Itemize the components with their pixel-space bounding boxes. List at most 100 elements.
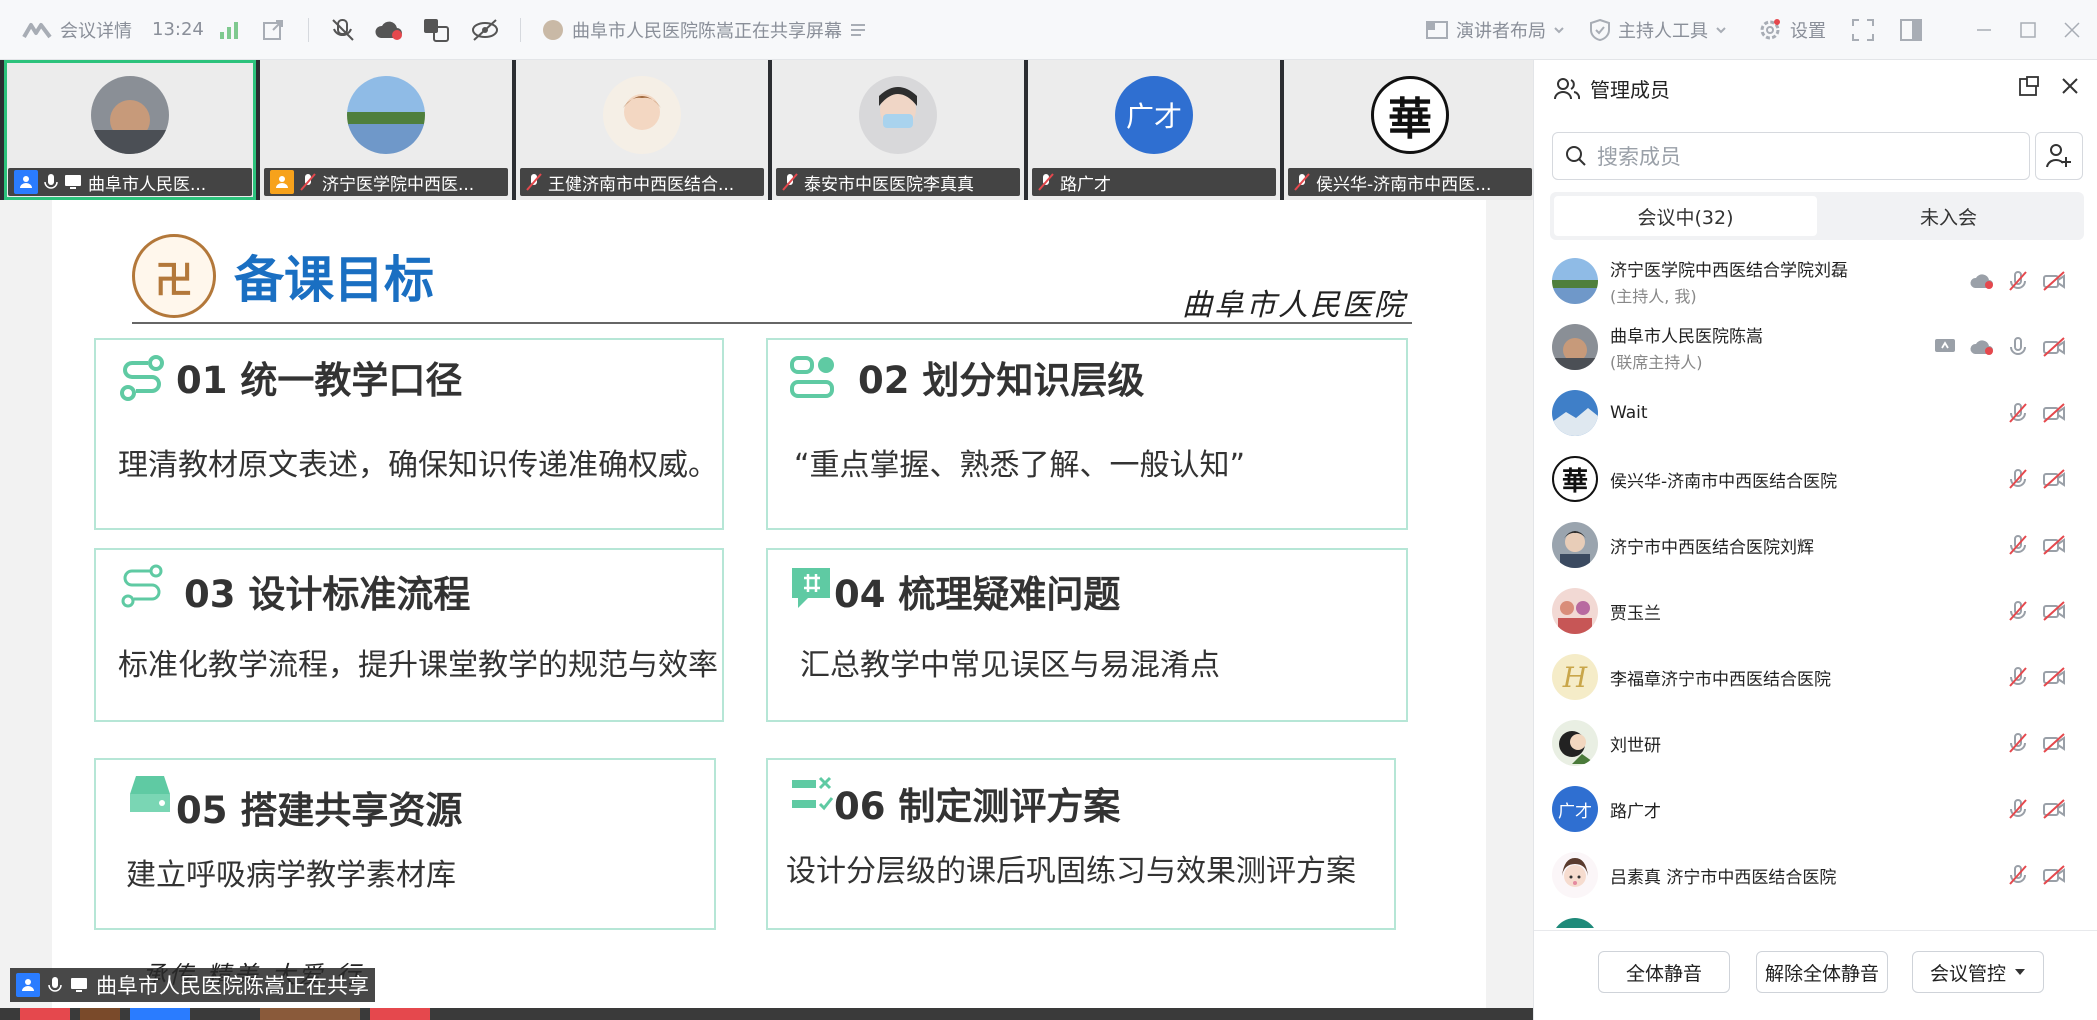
taskbar-thumb [20, 1008, 70, 1020]
close-icon[interactable] [2061, 76, 2079, 96]
shield-icon [1590, 18, 1610, 41]
title-bar: 会议详情 13:24 曲阜市人民医院陈嵩正在共享屏幕 演讲者布局 主持人工具 设… [0, 0, 2097, 60]
user-icon [14, 170, 38, 194]
slide-title: 备课目标 [234, 251, 434, 309]
video-off-icon[interactable] [2042, 403, 2066, 423]
member-text: 济宁市中西医结合医院刘辉 [1610, 533, 1814, 558]
list-item[interactable]: 吕素真 济宁市中西医结合医院 [1534, 842, 2097, 908]
muted-mic-icon[interactable] [2008, 798, 2028, 820]
list-item[interactable]: Wait [1534, 380, 2097, 446]
card-body: 标准化教学流程，提升课堂教学的规范与效率 [118, 648, 718, 683]
external-window-icon[interactable] [262, 19, 284, 41]
screen-share-icon [64, 174, 82, 190]
tile-name: 济宁医学院中西医... [322, 174, 475, 195]
member-name: 侯兴华-济南市中西医结合医院 [1610, 471, 1838, 492]
muted-mic-icon[interactable] [2008, 402, 2028, 424]
member-text: 济宁医学院中西医结合学院刘磊 (主持人, 我) [1610, 256, 1848, 307]
unmute-all-button[interactable]: 解除全体静音 [1756, 951, 1888, 993]
sharer-label: 曲阜市人民医院陈嵩正在共享 [10, 968, 375, 1002]
muted-mic-icon[interactable] [2008, 732, 2028, 754]
list-item[interactable] [1534, 908, 2097, 928]
member-name: 李福章济宁市中西医结合医院 [1610, 669, 1831, 690]
list-item[interactable]: H 李福章济宁市中西医结合医院 [1534, 644, 2097, 710]
unmute-mic-icon[interactable] [330, 17, 356, 43]
mute-all-button[interactable]: 全体静音 [1598, 951, 1730, 993]
screen-share-icon [1934, 338, 1956, 356]
search-input[interactable]: 搜索成员 [1552, 132, 2030, 180]
card-title: 04 梳理疑难问题 [834, 573, 1121, 616]
video-tile[interactable]: 济宁医学院中西医... [260, 60, 512, 200]
tab-not-joined[interactable]: 未入会 [1817, 196, 2080, 236]
storage-icon [128, 774, 172, 818]
member-text: 侯兴华-济南市中西医结合医院 [1610, 467, 1837, 492]
video-off-icon[interactable] [2042, 865, 2066, 885]
video-off-icon[interactable] [2042, 799, 2066, 819]
host-user-icon [270, 170, 294, 194]
muted-mic-icon [300, 173, 316, 191]
layout-button[interactable]: 演讲者布局 [1426, 17, 1564, 43]
fullscreen-icon[interactable] [1852, 18, 1874, 41]
muted-mic-icon[interactable] [2008, 270, 2028, 292]
video-off-icon[interactable] [2042, 733, 2066, 753]
close-window-icon[interactable] [2064, 21, 2080, 38]
sharing-status[interactable]: 曲阜市人民医院陈嵩正在共享屏幕 [542, 17, 866, 43]
cloud-record-icon[interactable] [374, 19, 404, 41]
list-item[interactable]: 刘世研 [1534, 710, 2097, 776]
meeting-control-button[interactable]: 会议管控 [1912, 951, 2044, 993]
avatar: 广才 [1552, 786, 1598, 832]
video-tile[interactable]: 曲阜市人民医... [4, 60, 256, 200]
video-strip: 曲阜市人民医... 济宁医学院中西医... 王健济南市中西医结合... 泰安市中… [0, 60, 1536, 200]
popout-icon[interactable] [2019, 76, 2039, 96]
list-item[interactable]: 華 侯兴华-济南市中西医结合医院 [1534, 446, 2097, 512]
invite-member-button[interactable] [2035, 132, 2083, 180]
taskbar-thumb [80, 1008, 120, 1020]
avatar [1552, 720, 1598, 766]
muted-mic-icon[interactable] [2008, 534, 2028, 556]
meeting-details-button[interactable]: 会议详情 [22, 17, 132, 43]
route-icon [118, 562, 166, 614]
tile-namebar: 济宁医学院中西医... [264, 168, 508, 196]
screen-share-icon [70, 977, 88, 993]
shared-screen[interactable]: 卍 备课目标 曲阜市人民医院 01 统一教学口径 理清教材原文表述，确保知识传递… [0, 200, 1533, 1020]
meeting-control-label: 会议管控 [1929, 962, 2006, 985]
video-tile[interactable]: 華 侯兴华-济南市中西医... [1284, 60, 1536, 200]
member-status-icons [2008, 468, 2066, 490]
panel-footer: 全体静音 解除全体静音 会议管控 [1534, 930, 2097, 1020]
host-tools-button[interactable]: 主持人工具 [1590, 17, 1726, 43]
video-tile[interactable]: 广才 路广才 [1028, 60, 1280, 200]
gear-icon [1758, 18, 1782, 42]
card-title: 01 统一教学口径 [176, 359, 463, 402]
video-off-icon[interactable] [2042, 469, 2066, 489]
list-item[interactable]: 贾玉兰 [1534, 578, 2097, 644]
video-off-icon[interactable] [2042, 271, 2066, 291]
settings-button[interactable]: 设置 [1758, 17, 1826, 43]
tab-in-meeting[interactable]: 会议中(32) [1554, 196, 1817, 236]
list-item[interactable]: 曲阜市人民医院陈嵩 (联席主持人) [1534, 314, 2097, 380]
sidebar-toggle-icon[interactable] [1900, 18, 1922, 41]
minimize-icon[interactable] [1976, 22, 1992, 38]
video-tile[interactable]: 王健济南市中西医结合... [516, 60, 768, 200]
list-item[interactable]: 广才 路广才 [1534, 776, 2097, 842]
mic-icon[interactable] [2008, 336, 2028, 358]
muted-mic-icon[interactable] [2008, 600, 2028, 622]
list-item[interactable]: 济宁市中西医结合医院刘辉 [1534, 512, 2097, 578]
video-off-icon[interactable] [2042, 667, 2066, 687]
video-tile[interactable]: 泰安市中医医院李真真 [772, 60, 1024, 200]
search-placeholder: 搜索成员 [1597, 145, 1681, 169]
tile-name: 路广才 [1060, 174, 1111, 195]
translate-icon[interactable] [422, 17, 450, 43]
list-item[interactable]: 济宁医学院中西医结合学院刘磊 (主持人, 我) [1534, 248, 2097, 314]
card-title: 03 设计标准流程 [184, 573, 471, 616]
hide-video-icon[interactable] [470, 18, 500, 42]
muted-mic-icon[interactable] [2008, 666, 2028, 688]
video-off-icon[interactable] [2042, 601, 2066, 621]
card-body: 设计分层级的课后巩固练习与效果测评方案 [786, 854, 1356, 889]
maximize-icon[interactable] [2020, 21, 2036, 38]
header-rule [132, 322, 1412, 324]
video-off-icon[interactable] [2042, 337, 2066, 357]
video-off-icon[interactable] [2042, 535, 2066, 555]
muted-mic-icon[interactable] [2008, 468, 2028, 490]
tile-name: 侯兴华-济南市中西医... [1316, 174, 1492, 195]
muted-mic-icon[interactable] [2008, 864, 2028, 886]
sharing-status-label: 曲阜市人民医院陈嵩正在共享屏幕 [572, 20, 842, 42]
